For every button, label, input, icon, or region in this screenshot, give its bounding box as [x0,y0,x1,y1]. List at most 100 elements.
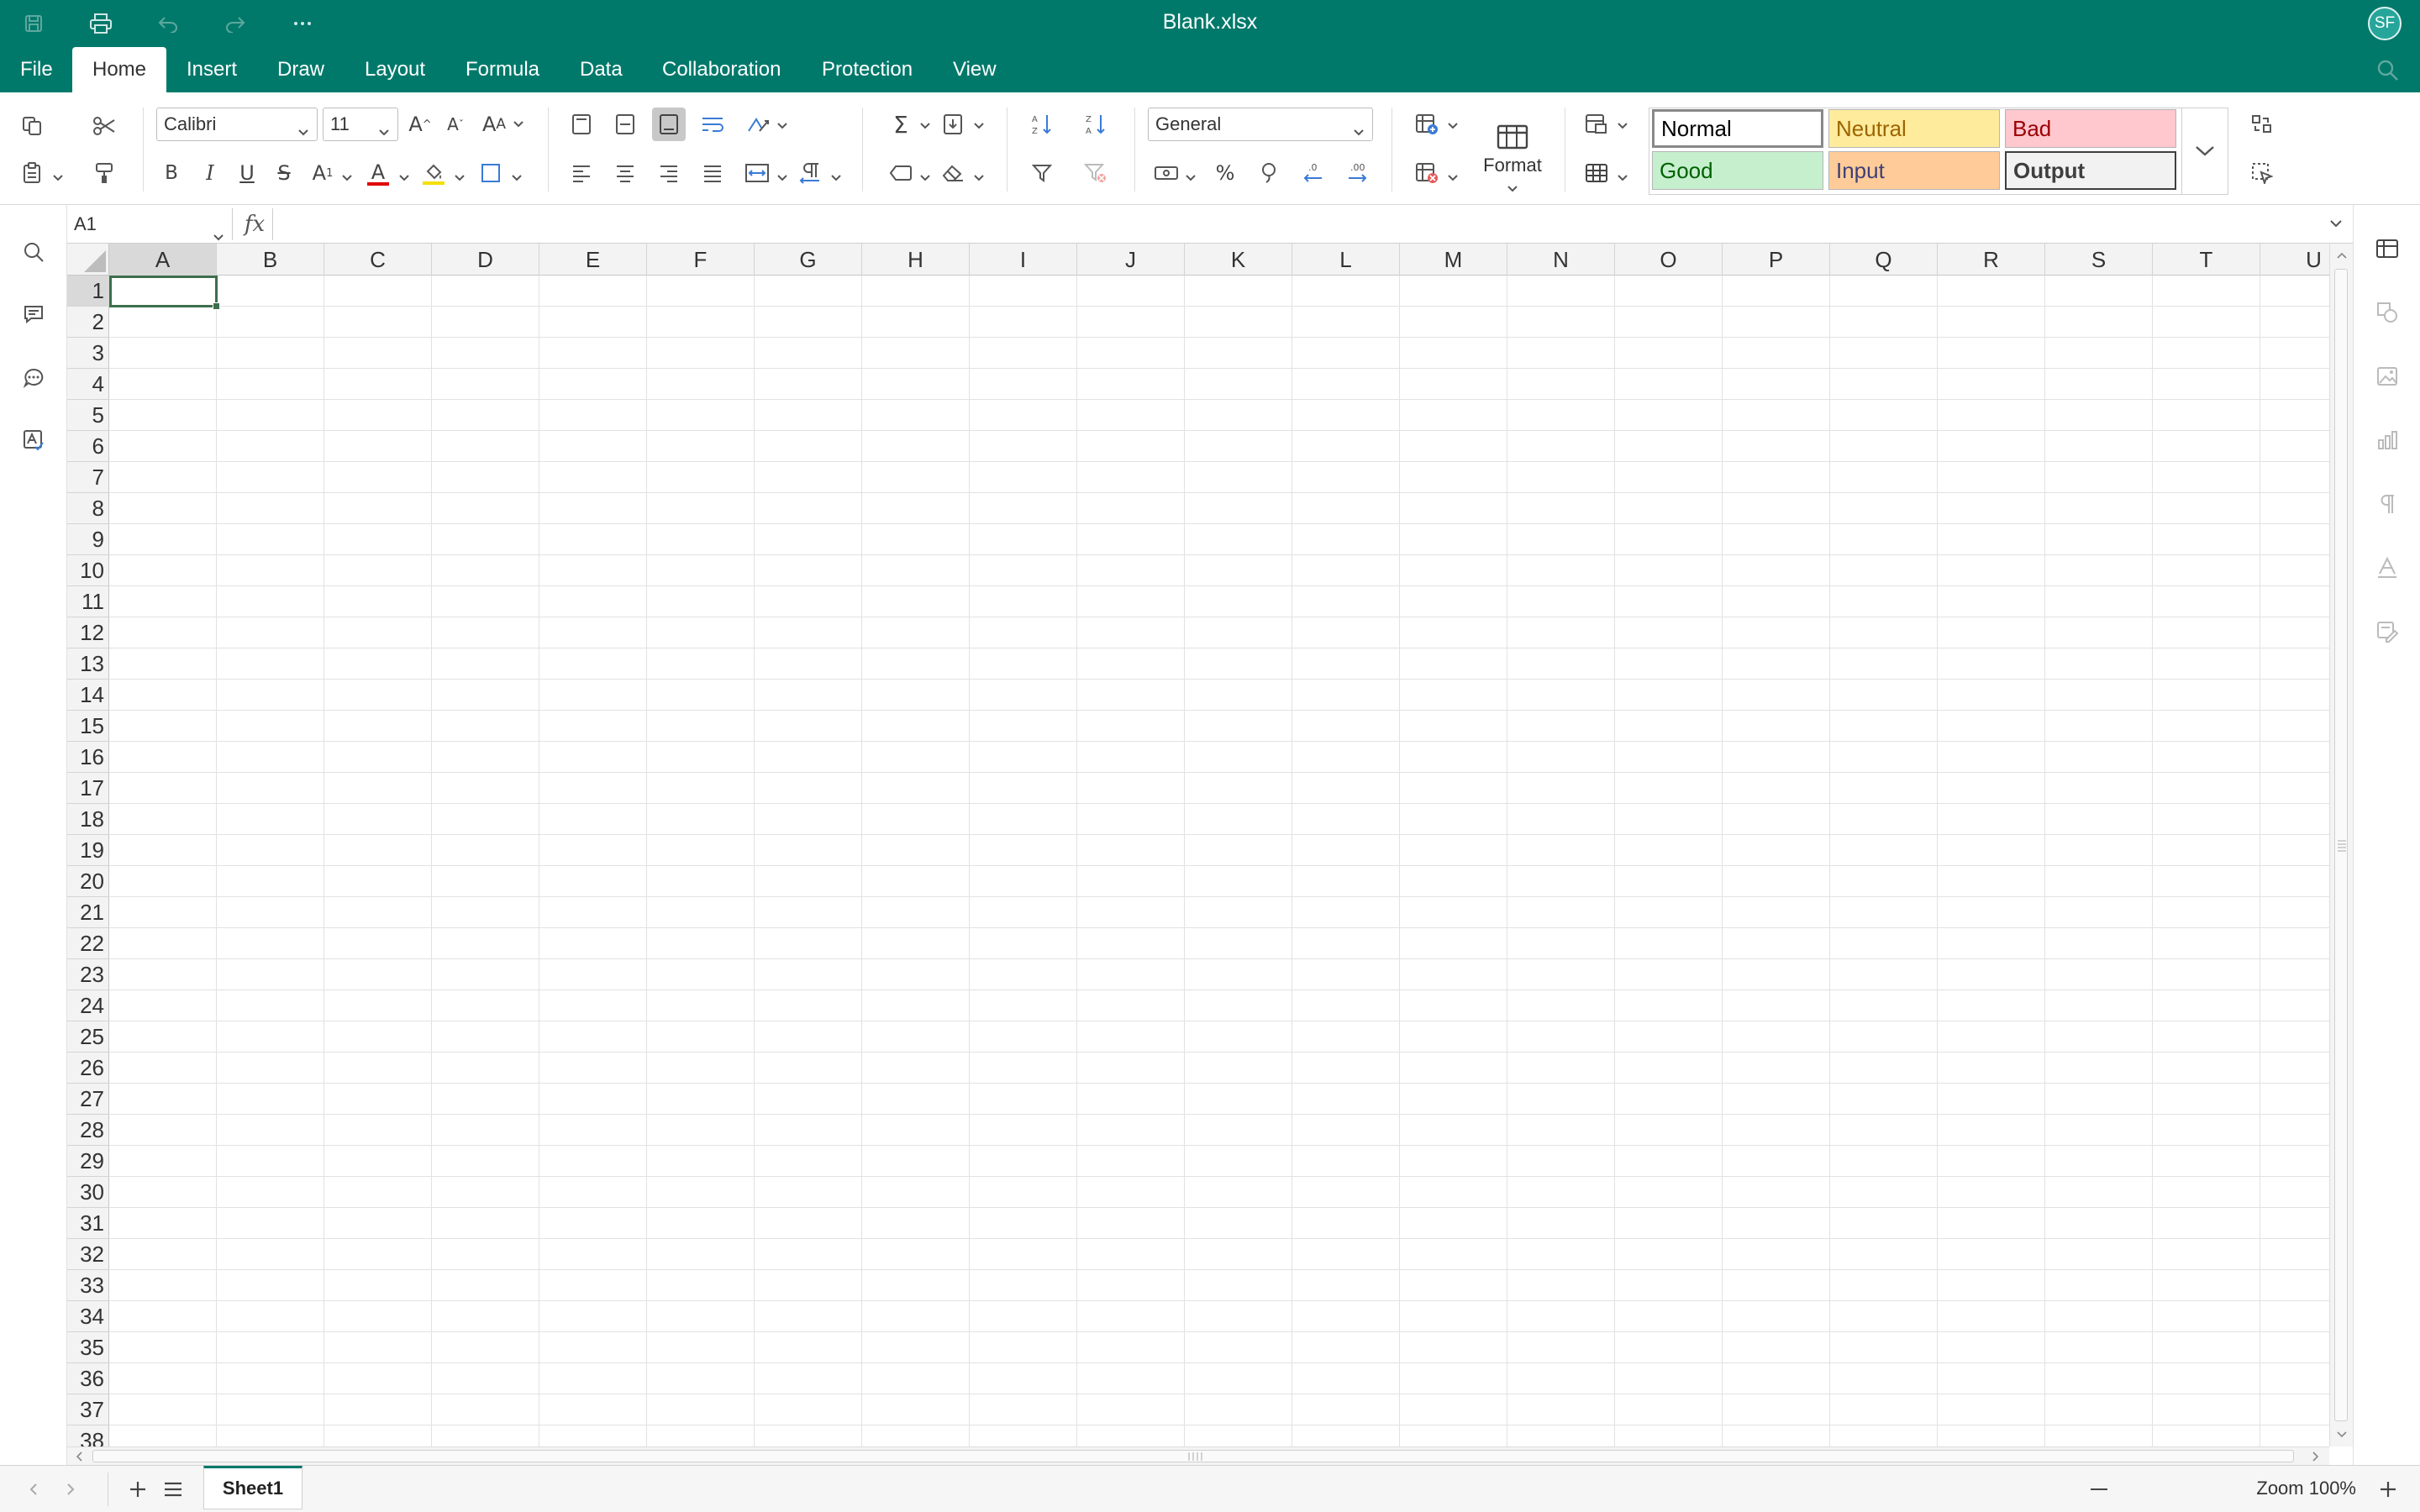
row-header-33[interactable]: 33 [67,1270,109,1301]
expand-styles-chevron-icon[interactable] [2181,108,2228,194]
row-header-9[interactable]: 9 [67,524,109,555]
image-settings-icon[interactable] [2372,361,2402,391]
tab-insert[interactable]: Insert [166,47,257,92]
delete-cells-chevron-icon[interactable] [1447,173,1459,183]
row-header-37[interactable]: 37 [67,1394,109,1425]
row-header-31[interactable]: 31 [67,1208,109,1239]
comments-icon[interactable] [18,299,49,329]
row-header-25[interactable]: 25 [67,1021,109,1053]
subscript-chevron-icon[interactable] [341,173,353,183]
column-header-s[interactable]: S [2045,244,2153,276]
save-icon[interactable] [18,8,49,39]
text-direction-chevron-icon[interactable] [830,173,842,183]
currency-format-chevron-icon[interactable] [1185,173,1197,183]
fill-chevron-icon[interactable] [973,121,985,131]
borders-icon[interactable] [476,158,506,188]
column-header-i[interactable]: I [970,244,1077,276]
font-color-chevron-icon[interactable] [398,173,410,183]
borders-chevron-icon[interactable] [511,173,523,183]
column-header-e[interactable]: E [539,244,647,276]
align-right-icon[interactable] [654,158,684,188]
tab-data[interactable]: Data [560,47,643,92]
avatar[interactable]: SF [2368,7,2402,40]
search-icon[interactable] [18,237,49,267]
column-header-p[interactable]: P [1723,244,1830,276]
strikethrough-button[interactable]: S [269,158,299,188]
align-middle-icon[interactable] [610,109,640,139]
tab-formula[interactable]: Formula [445,47,560,92]
row-header-7[interactable]: 7 [67,462,109,493]
column-header-l[interactable]: L [1292,244,1400,276]
tab-collaboration[interactable]: Collaboration [642,47,801,92]
row-header-17[interactable]: 17 [67,773,109,804]
column-header-h[interactable]: H [862,244,970,276]
scroll-down-icon[interactable] [2333,1426,2350,1443]
insert-cells-icon[interactable] [1412,109,1442,139]
tab-layout[interactable]: Layout [345,47,445,92]
active-cell-a1[interactable] [109,276,218,307]
column-header-c[interactable]: C [324,244,432,276]
undo-icon[interactable] [153,8,183,39]
chat-icon[interactable] [18,363,49,393]
tab-file[interactable]: File [0,47,73,92]
change-case-chevron-icon[interactable] [513,119,524,129]
paste-icon[interactable] [17,158,47,188]
autosum-icon[interactable]: Σ [886,109,916,139]
column-header-f[interactable]: F [647,244,755,276]
clear-chevron-icon[interactable] [973,173,985,183]
prev-sheet-chevron-icon[interactable] [20,1476,47,1503]
merge-cells-chevron-icon[interactable] [776,173,788,183]
clear-filter-icon[interactable] [1081,158,1111,188]
horizontal-scroll-thumb[interactable] [92,1450,2294,1462]
column-header-r[interactable]: R [1938,244,2045,276]
row-header-20[interactable]: 20 [67,866,109,897]
row-header-36[interactable]: 36 [67,1363,109,1394]
column-header-o[interactable]: O [1615,244,1723,276]
sheet-tab-sheet1[interactable]: Sheet1 [203,1466,302,1509]
fill-color-icon[interactable] [418,158,449,190]
scroll-left-icon[interactable] [71,1448,87,1465]
decrease-font-size-icon[interactable]: Aˇ [440,109,471,139]
clear-icon[interactable] [938,158,968,188]
insert-cells-chevron-icon[interactable] [1447,121,1459,131]
fill-handle[interactable] [213,302,220,310]
align-bottom-icon[interactable] [652,108,686,141]
row-header-4[interactable]: 4 [67,369,109,400]
column-header-g[interactable]: G [755,244,862,276]
sort-descending-icon[interactable]: ZA [1081,109,1111,139]
zoom-in-icon[interactable] [2375,1476,2402,1503]
row-header-32[interactable]: 32 [67,1239,109,1270]
row-header-12[interactable]: 12 [67,617,109,648]
row-header-38[interactable]: 38 [67,1425,109,1446]
search-icon[interactable] [2376,59,2400,82]
row-header-24[interactable]: 24 [67,990,109,1021]
percent-format-icon[interactable]: % [1210,158,1240,188]
cell-tag-icon[interactable] [886,158,916,188]
row-header-23[interactable]: 23 [67,959,109,990]
text-orientation-icon[interactable] [743,109,773,139]
font-color-icon[interactable]: A [363,158,393,190]
row-header-35[interactable]: 35 [67,1332,109,1363]
delete-cells-icon[interactable] [1412,158,1442,188]
style-normal[interactable]: Normal [1652,109,1823,148]
paragraph-settings-icon[interactable] [2372,489,2402,519]
copy-icon[interactable] [17,111,47,141]
column-header-k[interactable]: K [1185,244,1292,276]
cell-settings-icon[interactable] [2372,234,2402,264]
subscript-icon[interactable]: A1 [306,158,339,188]
row-header-21[interactable]: 21 [67,897,109,928]
horizontal-scrollbar[interactable] [67,1446,2329,1465]
number-format-select[interactable]: General [1148,108,1373,141]
column-header-j[interactable]: J [1077,244,1185,276]
currency-format-icon[interactable] [1150,158,1183,188]
column-header-n[interactable]: N [1507,244,1615,276]
zoom-out-icon[interactable] [2091,1488,2107,1491]
fill-icon[interactable] [938,109,968,139]
row-header-10[interactable]: 10 [67,555,109,586]
column-header-a[interactable]: A [109,244,217,276]
filter-icon[interactable] [1027,158,1057,188]
wrap-text-icon[interactable] [697,109,728,139]
scroll-up-icon[interactable] [2333,247,2350,264]
row-header-15[interactable]: 15 [67,711,109,742]
signature-settings-icon[interactable] [2372,617,2402,647]
